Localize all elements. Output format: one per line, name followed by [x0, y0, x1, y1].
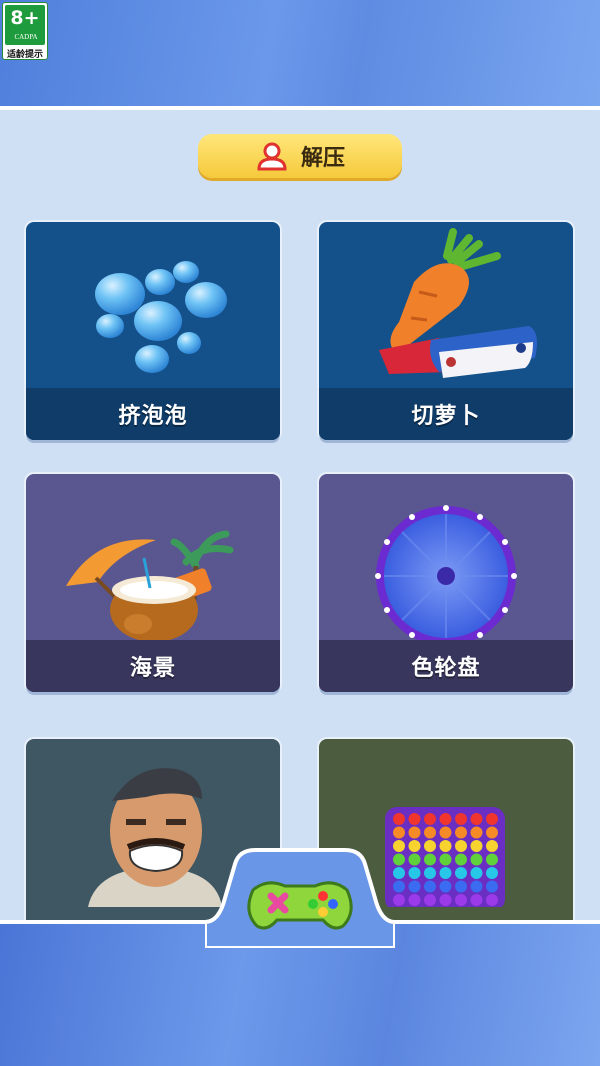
- card-label-bar: 挤泡泡: [26, 388, 280, 440]
- pop-it-bubble: [455, 826, 467, 839]
- pop-it-bubble: [455, 853, 467, 866]
- card-label-bar: 海景: [26, 640, 280, 692]
- pop-it-bubble: [486, 880, 498, 893]
- bottom-nav-center-tab[interactable]: [205, 848, 395, 948]
- pop-it-bubble: [486, 867, 498, 879]
- pop-it-bubble: [470, 826, 483, 839]
- wheel-icon: [375, 505, 517, 642]
- pop-it-bubble: [408, 867, 421, 879]
- category-title-pill[interactable]: 解压: [198, 134, 402, 178]
- pop-it-bubble: [424, 826, 436, 839]
- pop-it-bubble: [470, 853, 483, 866]
- header-band: [0, 0, 600, 110]
- pop-it-bubble: [486, 826, 498, 839]
- category-title: 解压: [300, 146, 345, 171]
- pop-it-bubble: [486, 813, 498, 825]
- pop-it-bubble: [470, 813, 483, 825]
- pop-it-bubble: [486, 853, 498, 866]
- pop-it-bubble: [424, 853, 436, 866]
- pop-it-bubble: [393, 826, 405, 839]
- pop-it-bubble: [408, 840, 421, 852]
- pop-it-bubble: [439, 853, 452, 866]
- pop-it-bubble: [408, 813, 421, 825]
- coconut-beach-icon: [66, 530, 234, 642]
- pop-it-bubble: [439, 867, 452, 879]
- card-label-bar: 切萝卜: [319, 388, 573, 440]
- pop-it-bubble: [470, 840, 483, 852]
- age-rating-org: CADPA: [14, 33, 38, 41]
- pop-it-bubble: [486, 894, 498, 906]
- age-rating-logo: 8+ CADPA: [5, 5, 45, 45]
- pop-it-bubble: [408, 826, 421, 839]
- pop-it-bubble: [408, 894, 421, 906]
- pop-it-bubble: [408, 853, 421, 866]
- game-card-bubbles[interactable]: 挤泡泡: [26, 222, 280, 440]
- pop-it-bubble: [455, 880, 467, 893]
- pop-it-bubble: [424, 880, 436, 893]
- pop-it-bubble: [439, 813, 452, 825]
- pop-it-bubble: [424, 840, 436, 852]
- pop-it-bubble: [439, 826, 452, 839]
- game-card-carrot[interactable]: 切萝卜: [319, 222, 573, 440]
- gamepad-icon: [247, 881, 353, 930]
- bubbles-icon: [95, 261, 227, 373]
- pop-it-bubble: [424, 813, 436, 825]
- pop-it-bubble: [470, 867, 483, 879]
- pop-it-bubble: [455, 840, 467, 852]
- pop-it-bubble: [486, 840, 498, 852]
- pop-it-bubble: [455, 867, 467, 879]
- pop-it-bubble: [439, 880, 452, 893]
- card-label: 挤泡泡: [118, 404, 188, 429]
- age-rating-number: 8+: [10, 7, 40, 29]
- pop-it-bubble: [424, 867, 436, 879]
- age-rating-tip: 适龄提示: [6, 50, 43, 60]
- pop-it-bubble: [408, 880, 421, 893]
- game-card-beach[interactable]: 海景: [26, 474, 280, 692]
- pop-it-bubble: [393, 813, 405, 825]
- pop-it-bubble: [424, 894, 436, 906]
- game-card-wheel[interactable]: 色轮盘: [319, 474, 573, 692]
- pop-it-bubble: [439, 840, 452, 852]
- pop-it-bubble: [455, 894, 467, 906]
- card-label: 切萝卜: [411, 404, 481, 429]
- card-label-bar: 色轮盘: [319, 640, 573, 692]
- pop-it-bubble: [470, 880, 483, 893]
- pop-it-bubble: [455, 813, 467, 825]
- card-label: 色轮盘: [411, 656, 481, 681]
- pop-it-bubble: [470, 894, 483, 906]
- user-icon: [257, 142, 287, 171]
- pop-it-bubble: [439, 894, 452, 906]
- card-label: 海景: [129, 656, 176, 681]
- age-rating-badge: 8+ CADPA 适龄提示: [2, 2, 48, 60]
- carrot-icon: [379, 228, 537, 378]
